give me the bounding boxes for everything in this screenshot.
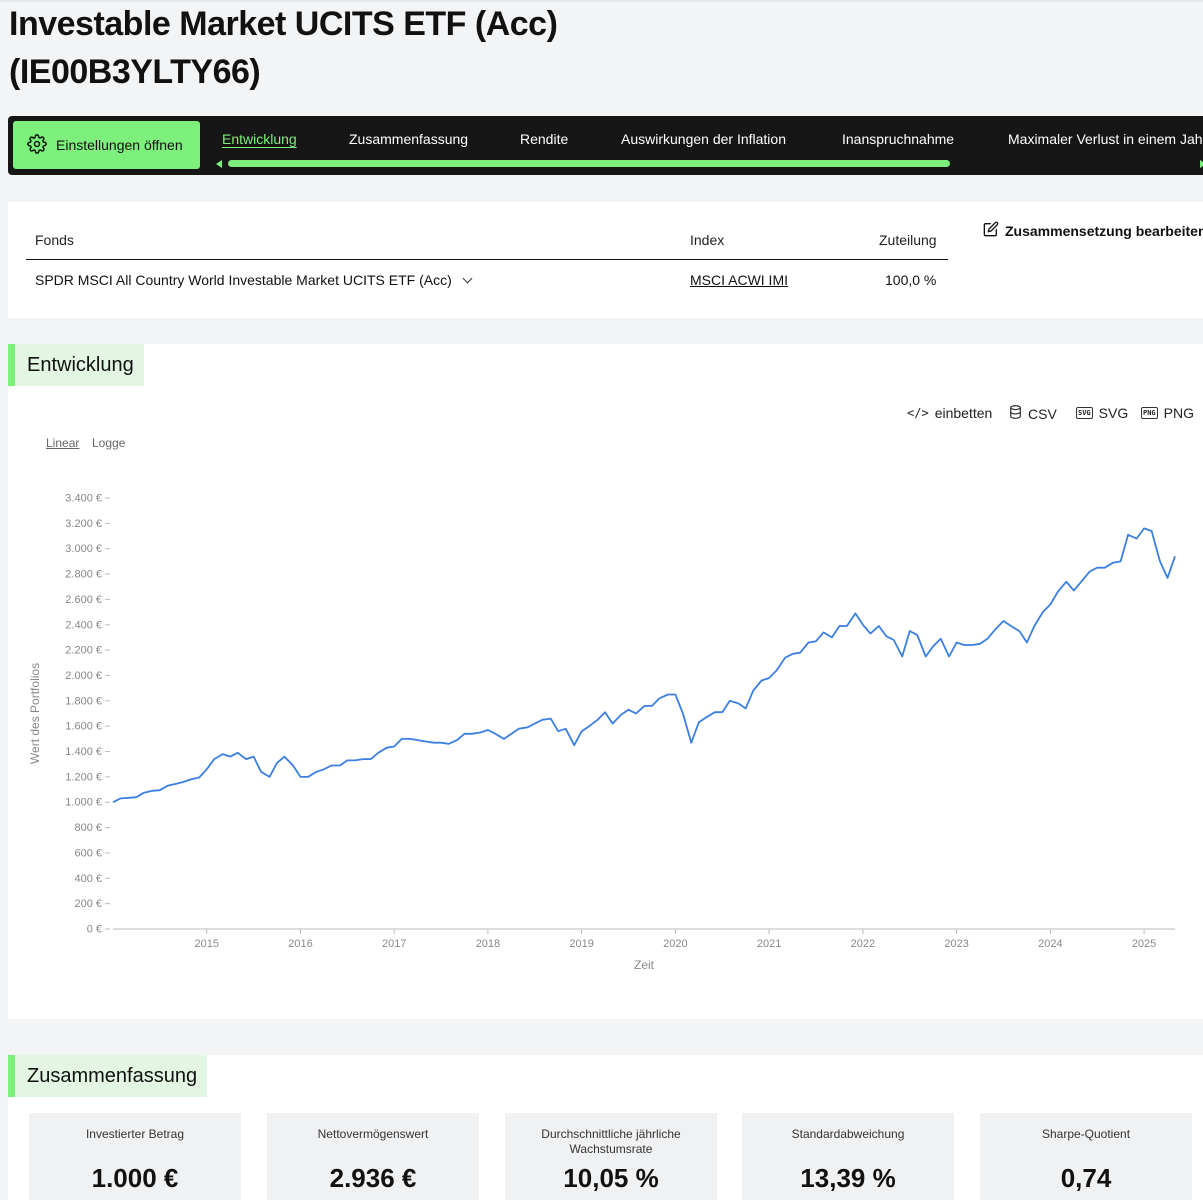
y-axis-label: Wert des Portfolios <box>28 663 42 764</box>
portfolio-value-line <box>112 527 1176 804</box>
table-divider <box>26 259 948 260</box>
stat-label: Sharpe-Quotient <box>1041 1127 1131 1141</box>
stat-invested-amount: Investierter Betrag 1.000 € <box>29 1113 241 1200</box>
embed-label: einbetten <box>934 405 993 421</box>
x-tick-label: 2018 <box>476 938 500 950</box>
x-tick-label: 2016 <box>288 938 312 950</box>
csv-label: CSV <box>1028 405 1057 422</box>
svg-file-icon: SVG <box>1076 407 1093 419</box>
fund-column-header: Fonds <box>35 232 74 248</box>
scale-log-option[interactable]: Logge <box>92 436 125 450</box>
tab-rendite[interactable]: Rendite <box>520 131 568 147</box>
page-title-line2: (IE00B3YLTY66) <box>9 53 261 91</box>
y-tick-label: 800 € <box>74 822 102 834</box>
code-icon: </> <box>907 406 929 420</box>
scroll-left-arrow-icon[interactable] <box>216 160 222 168</box>
x-tick-label: 2017 <box>382 938 406 950</box>
y-tick-label: 3.400 € <box>65 493 102 505</box>
svg-label: SVG <box>1098 405 1129 421</box>
stat-value: 10,05 % <box>563 1163 659 1193</box>
stat-cagr: Durchschnittliche jährliche Wachstumsrat… <box>505 1113 717 1200</box>
chevron-down-icon <box>462 273 473 284</box>
y-tick-label: 1.200 € <box>65 771 102 783</box>
pencil-icon <box>983 221 999 240</box>
y-tick-label: 1.000 € <box>65 797 102 809</box>
database-icon <box>1009 405 1022 422</box>
page-title: Investable Market UCITS ETF (Acc) (IE00B… <box>9 0 558 96</box>
allocation-column-header: Zuteilung <box>879 232 937 248</box>
stat-net-asset-value: Nettovermögenswert 2.936 € <box>267 1113 479 1200</box>
embed-button[interactable]: </> einbetten <box>907 405 992 421</box>
tab-inflation[interactable]: Auswirkungen der Inflation <box>621 131 786 147</box>
y-tick-label: 0 € <box>87 924 102 936</box>
x-tick-label: 2024 <box>1038 938 1062 950</box>
fund-composition-card: Fonds Index Zuteilung SPDR MSCI All Coun… <box>8 202 1203 318</box>
summary-heading: Zusammenfassung <box>8 1055 208 1097</box>
stat-value: 1.000 € <box>91 1163 179 1193</box>
x-axis-label: Zeit <box>634 958 655 972</box>
y-tick-label: 1.800 € <box>65 695 102 707</box>
y-tick-label: 2.000 € <box>65 670 102 682</box>
x-tick-label: 2020 <box>663 938 687 950</box>
x-tick-label: 2019 <box>569 938 593 950</box>
y-tick-label: 3.200 € <box>65 518 102 530</box>
y-tick-label: 2.200 € <box>65 645 102 657</box>
png-export-button[interactable]: PNG PNG <box>1141 405 1194 421</box>
tab-scrollbar-thumb[interactable] <box>228 160 950 167</box>
development-card: 0 € 200 € 400 € 600 € 800 € 1.000 € 1.200 € 1.4… <box>8 344 1203 1019</box>
open-settings-button[interactable]: Einstellungen öffnen <box>13 121 200 169</box>
development-chart: 0 € 200 € 400 € 600 € 800 € 1.000 € 1.200 € 1.4… <box>28 493 1176 972</box>
y-tick-label: 1.600 € <box>65 721 102 733</box>
stat-value: 0,74 <box>1060 1163 1112 1193</box>
x-tick-label: 2022 <box>851 938 875 950</box>
stat-label: Investierter Betrag <box>85 1127 185 1141</box>
stat-value: 2.936 € <box>329 1163 417 1193</box>
stat-std-deviation: Standardabweichung 13,39 % <box>742 1113 954 1200</box>
y-tick-label: 2.400 € <box>65 619 102 631</box>
png-label: PNG <box>1163 405 1194 421</box>
y-tick-label: 200 € <box>74 898 102 910</box>
y-tick-label: 2.800 € <box>65 569 102 581</box>
y-tick-label: 3.000 € <box>65 543 102 555</box>
index-column-header: Index <box>690 232 725 248</box>
page-title-line1: Investable Market UCITS ETF (Acc) <box>9 5 558 43</box>
summary-card: Zusammenfassung Investierter Betrag 1.00… <box>8 1055 1203 1200</box>
x-tick-label: 2025 <box>1132 938 1156 950</box>
open-settings-label: Einstellungen öffnen <box>56 137 183 153</box>
y-tick-label: 400 € <box>74 873 102 885</box>
y-tick-label: 2.600 € <box>65 594 102 606</box>
edit-composition-label: Zusammensetzung bearbeiten <box>1005 222 1203 239</box>
edit-composition-button[interactable]: Zusammensetzung bearbeiten <box>983 221 1203 240</box>
tab-zusammenfassung[interactable]: Zusammenfassung <box>349 131 468 147</box>
stat-sharpe-ratio: Sharpe-Quotient 0,74 <box>980 1113 1192 1200</box>
y-tick-label: 1.400 € <box>65 746 102 758</box>
fund-name-dropdown[interactable]: SPDR MSCI All Country World Investable M… <box>35 272 473 288</box>
fund-name: SPDR MSCI All Country World Investable M… <box>35 272 452 288</box>
x-tick-label: 2015 <box>194 938 218 950</box>
index-link[interactable]: MSCI ACWI IMI <box>690 272 788 288</box>
development-heading: Entwicklung <box>8 344 144 386</box>
gear-icon <box>27 133 47 157</box>
scale-linear-option[interactable]: Linear <box>46 436 79 450</box>
stat-label: Nettovermögenswert <box>317 1127 429 1141</box>
tab-max-loss[interactable]: Maximaler Verlust in einem Jahr <box>1008 131 1203 147</box>
y-tick-label: 600 € <box>74 847 102 859</box>
section-navbar: Einstellungen öffnen Entwicklung Zusamme… <box>8 116 1203 175</box>
svg-export-button[interactable]: SVG SVG <box>1076 405 1128 421</box>
stat-label: Standardabweichung <box>791 1127 905 1141</box>
stat-label: Durchschnittliche jährliche Wachstumsrat… <box>541 1127 681 1156</box>
x-tick-label: 2023 <box>944 938 968 950</box>
x-tick-label: 2021 <box>757 938 781 950</box>
summary-heading-text: Zusammenfassung <box>27 1064 198 1087</box>
csv-export-button[interactable]: CSV <box>1009 405 1057 422</box>
tab-entwicklung[interactable]: Entwicklung <box>222 131 297 147</box>
tab-scrollbar[interactable] <box>216 160 1203 168</box>
development-heading-text: Entwicklung <box>27 353 134 376</box>
stat-value: 13,39 % <box>800 1163 896 1193</box>
allocation-value: 100,0 % <box>885 272 937 288</box>
png-file-icon: PNG <box>1141 407 1158 419</box>
tab-inanspruchnahme[interactable]: Inanspruchnahme <box>842 131 954 147</box>
